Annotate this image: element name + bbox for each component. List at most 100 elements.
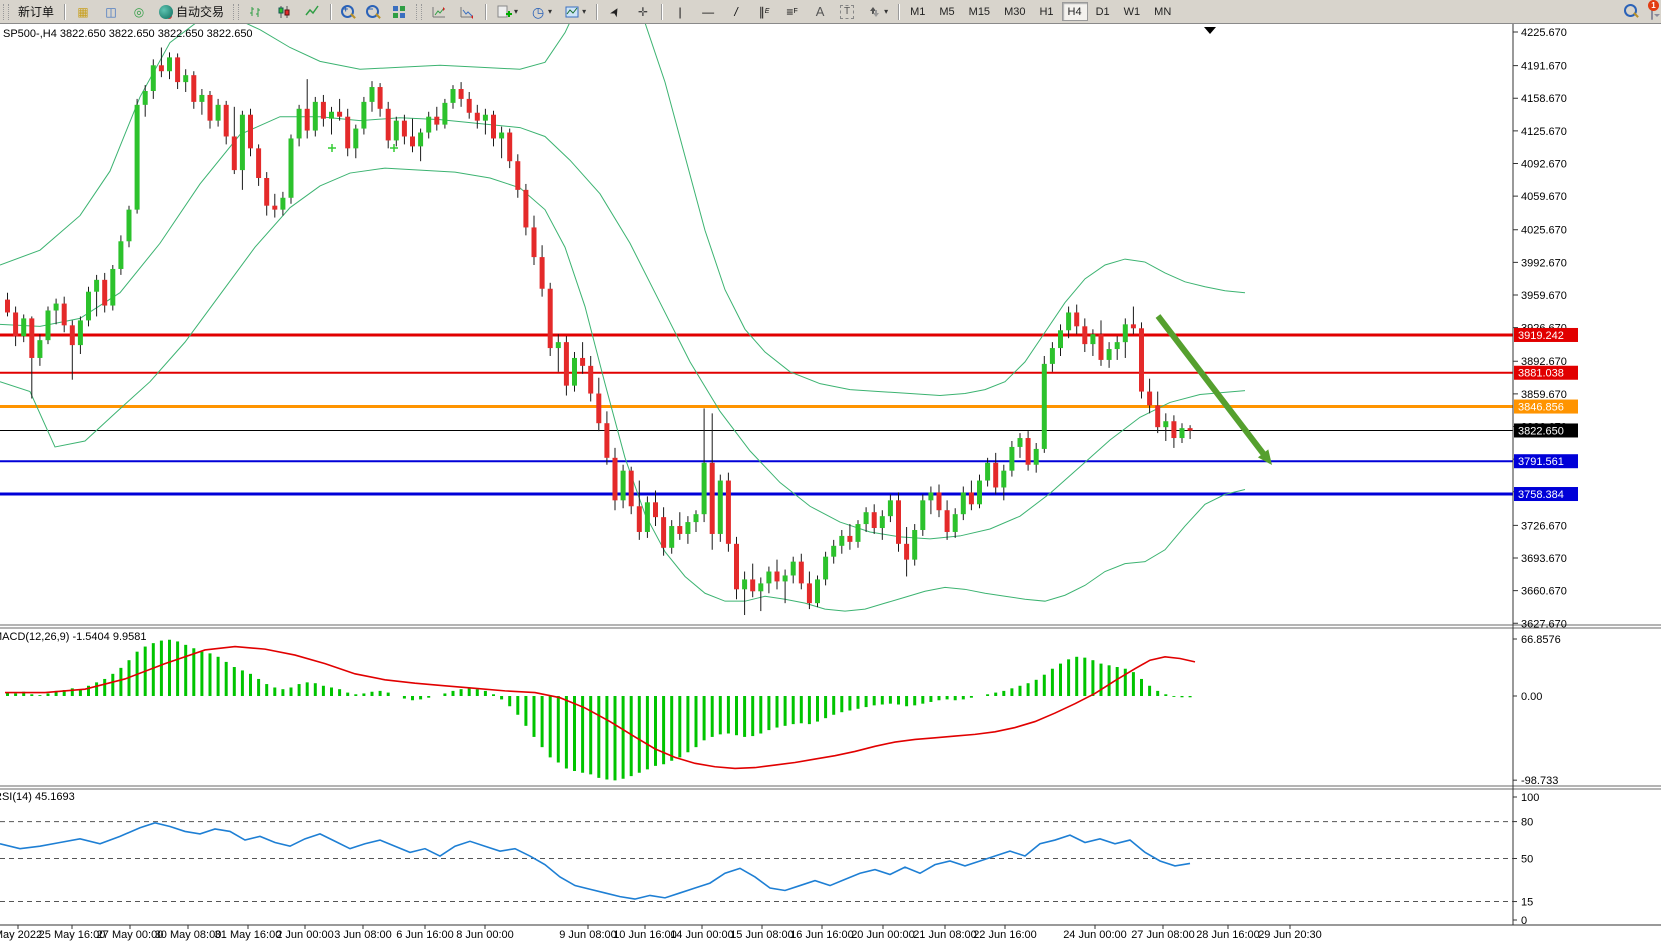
signals-button[interactable]: ◎ <box>126 1 152 22</box>
svg-text:15: 15 <box>1521 897 1533 909</box>
svg-text:4191.670: 4191.670 <box>1521 61 1567 73</box>
tab-timeframe-M1[interactable]: M1 <box>904 2 931 21</box>
tab-timeframe-D1[interactable]: D1 <box>1090 2 1116 21</box>
profiles-button[interactable]: ◫ <box>98 1 124 22</box>
svg-text:8 Jun 00:00: 8 Jun 00:00 <box>456 929 514 941</box>
autotrade-button[interactable]: 自动交易 <box>154 1 229 22</box>
arrange-charts-icon <box>431 4 447 20</box>
equidistant-channel-button[interactable]: ∥E <box>751 1 777 22</box>
chevron-down-icon[interactable]: ▾ <box>548 7 552 16</box>
new-order-button[interactable]: 新订单 <box>13 1 59 22</box>
tab-timeframe-M5[interactable]: M5 <box>933 2 960 21</box>
svg-text:3791.561: 3791.561 <box>1518 456 1564 468</box>
fibonacci-button[interactable]: ≡F <box>779 1 805 22</box>
zoom-out-button[interactable]: − <box>361 1 384 22</box>
candlestick-chart-button[interactable] <box>271 1 297 22</box>
svg-text:3693.670: 3693.670 <box>1521 553 1567 565</box>
svg-text:16 Jun 16:00: 16 Jun 16:00 <box>790 929 854 941</box>
toolbar-separator <box>64 4 65 20</box>
tab-timeframe-MN[interactable]: MN <box>1148 2 1177 21</box>
svg-text:50: 50 <box>1521 854 1533 866</box>
toolbar-grip[interactable] <box>3 4 9 20</box>
toolbar-separator <box>596 4 597 20</box>
svg-text:4125.670: 4125.670 <box>1521 126 1567 138</box>
autotrade-icon <box>159 5 173 19</box>
chevron-down-icon[interactable]: ▾ <box>514 7 518 16</box>
tab-timeframe-H4[interactable]: H4 <box>1062 2 1088 21</box>
search-button[interactable] <box>1624 4 1637 20</box>
svg-text:2 Jun 00:00: 2 Jun 00:00 <box>276 929 334 941</box>
tab-timeframe-W1[interactable]: W1 <box>1118 2 1147 21</box>
cursor-button[interactable]: ➤ <box>602 1 628 22</box>
svg-text:28 Jun 16:00: 28 Jun 16:00 <box>1196 929 1260 941</box>
svg-text:3846.856: 3846.856 <box>1518 402 1564 414</box>
svg-text:3859.670: 3859.670 <box>1521 389 1567 401</box>
svg-text:29 Jun 20:30: 29 Jun 20:30 <box>1258 929 1322 941</box>
notification-badge: 1 <box>1648 0 1659 11</box>
search-icon <box>1624 4 1637 17</box>
toolbar-grip[interactable] <box>416 4 422 20</box>
cascade-charts-icon <box>459 4 475 20</box>
line-chart-button[interactable] <box>299 1 325 22</box>
svg-text:3919.242: 3919.242 <box>1518 330 1564 342</box>
toolbar-separator <box>485 4 486 20</box>
add-indicator-button[interactable]: ▾ <box>491 1 523 22</box>
svg-text:4092.670: 4092.670 <box>1521 159 1567 171</box>
tile-windows-icon <box>391 4 407 20</box>
chart-title: SP500-,H4 3822.650 3822.650 3822.650 382… <box>3 28 253 40</box>
arrows-icon <box>866 4 882 20</box>
zoom-in-button[interactable]: + <box>336 1 359 22</box>
text-label-button[interactable]: T <box>835 1 859 22</box>
cursor-icon: ➤ <box>604 1 626 23</box>
svg-text:10 Jun 16:00: 10 Jun 16:00 <box>613 929 677 941</box>
chart-template-button[interactable]: ▾ <box>559 1 591 22</box>
svg-text:May 2022: May 2022 <box>0 929 42 941</box>
chat-button[interactable]: 1 <box>1651 5 1653 19</box>
mt4-window: { "toolbar": { "new_order": "新订单", "auto… <box>0 0 1661 942</box>
tab-timeframe-M30[interactable]: M30 <box>998 2 1031 21</box>
vertical-line-button[interactable]: | <box>667 1 693 22</box>
svg-text:22 Jun 16:00: 22 Jun 16:00 <box>973 929 1037 941</box>
svg-text:66.8576: 66.8576 <box>1521 634 1561 646</box>
cascade-charts-button[interactable] <box>454 1 480 22</box>
periods-button[interactable]: ◷▾ <box>525 1 557 22</box>
candlestick-chart-icon <box>276 4 292 20</box>
add-indicator-icon <box>496 4 512 20</box>
crosshair-button[interactable]: ✛ <box>630 1 656 22</box>
profiles-icon: ◫ <box>103 4 119 20</box>
text-button[interactable]: A <box>807 1 833 22</box>
chart-graphics: 4225.670 4191.670 4158.670 4125.670 4092.670… <box>0 0 1661 942</box>
line-chart-icon <box>304 4 320 20</box>
svg-text:9 Jun 08:00: 9 Jun 08:00 <box>559 929 617 941</box>
svg-text:100: 100 <box>1521 792 1539 804</box>
zoom-out-icon: − <box>366 5 379 18</box>
periods-icon: ◷ <box>530 4 546 20</box>
new-chart-button[interactable]: ▦ <box>70 1 96 22</box>
toolbar-grip[interactable] <box>233 4 239 20</box>
text-icon: A <box>812 4 828 20</box>
tab-timeframe-M15[interactable]: M15 <box>963 2 996 21</box>
chevron-down-icon[interactable]: ▾ <box>884 7 888 16</box>
new-chart-icon: ▦ <box>75 4 91 20</box>
tile-windows-button[interactable] <box>386 1 412 22</box>
horizontal-line-button[interactable]: — <box>695 1 721 22</box>
toolbar-separator <box>661 4 662 20</box>
tab-timeframe-H1[interactable]: H1 <box>1033 2 1059 21</box>
svg-text:25 May 16:00: 25 May 16:00 <box>39 929 106 941</box>
trendline-button[interactable]: / <box>723 1 749 22</box>
svg-text:24 Jun 00:00: 24 Jun 00:00 <box>1063 929 1127 941</box>
svg-text:4225.670: 4225.670 <box>1521 27 1567 39</box>
arrows-button[interactable]: ▾ <box>861 1 893 22</box>
toolbar-separator <box>330 4 331 20</box>
svg-text:30 May 08:00: 30 May 08:00 <box>155 929 222 941</box>
svg-text:3992.670: 3992.670 <box>1521 257 1567 269</box>
svg-text:0.00: 0.00 <box>1521 691 1542 703</box>
bar-chart-button[interactable] <box>243 1 269 22</box>
svg-text:27 Jun 08:00: 27 Jun 08:00 <box>1131 929 1195 941</box>
chevron-down-icon[interactable]: ▾ <box>582 7 586 16</box>
arrange-charts-button[interactable] <box>426 1 452 22</box>
crosshair-icon: ✛ <box>635 4 651 20</box>
bar-chart-icon <box>248 4 264 20</box>
svg-text:20 Jun 00:00: 20 Jun 00:00 <box>851 929 915 941</box>
svg-text:4158.670: 4158.670 <box>1521 93 1567 105</box>
